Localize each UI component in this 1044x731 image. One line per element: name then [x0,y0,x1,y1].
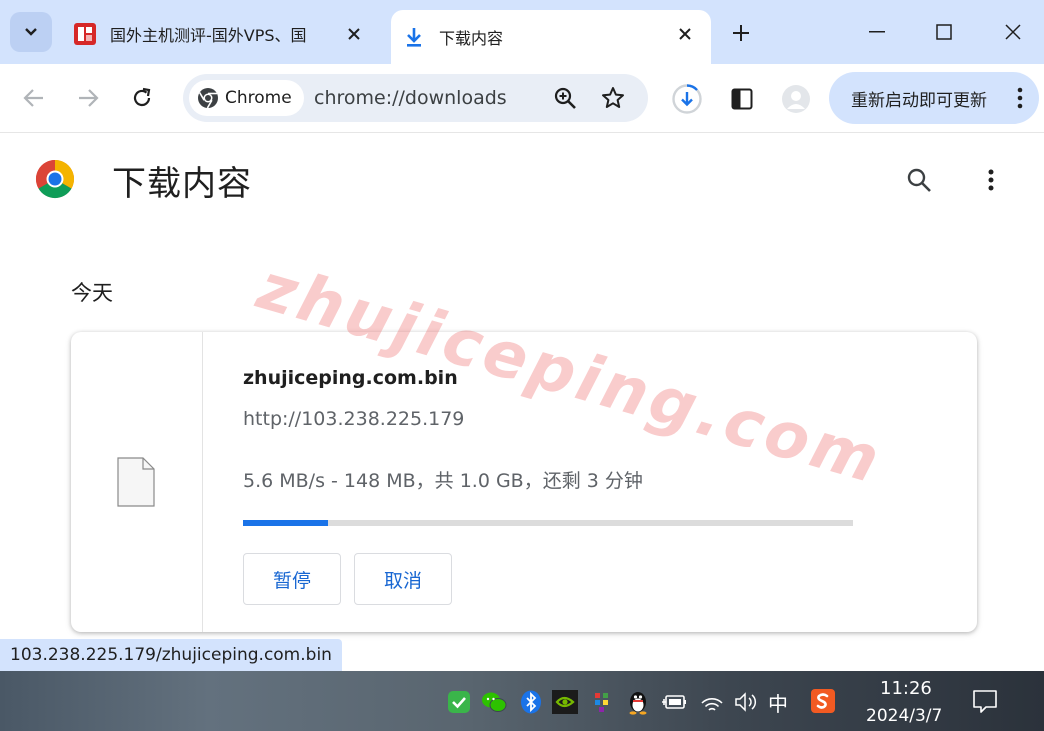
chip-label: Chrome [225,88,292,108]
chrome-logo-icon [198,88,218,109]
tab-title: 国外主机测评-国外VPS、国 [110,26,307,45]
file-icon [117,457,155,507]
maximize-icon [936,24,952,40]
close-tab-icon[interactable] [673,22,697,46]
reload-button[interactable] [124,80,160,116]
search-downloads-button[interactable] [902,163,936,197]
tab-search-button[interactable] [10,12,52,52]
back-button[interactable] [16,80,52,116]
site-info-chip[interactable]: Chrome [189,80,304,116]
forward-arrow-icon [79,89,99,107]
side-panel-button[interactable] [724,81,760,117]
color-grid-app-icon[interactable] [589,689,615,715]
browser-toolbar: Chrome chrome://downloads 重新启动即可更新 [0,64,1044,133]
tab-zhujiceping[interactable]: 国外主机测评-国外VPS、国 [62,10,380,58]
download-progress-fill [243,520,329,526]
link-status-bubble: 103.238.225.179/zhujiceping.com.bin [0,639,342,671]
page-title: 下载内容 [112,164,252,204]
more-vertical-icon[interactable] [1017,86,1023,110]
battery-plug-icon[interactable] [661,689,687,715]
notification-center-icon[interactable] [972,688,998,714]
chrome-logo-icon [35,159,75,199]
download-progress-bar [243,520,853,526]
maximize-button[interactable] [921,14,967,50]
relaunch-update-button[interactable]: 重新启动即可更新 [829,72,1039,124]
plus-icon [733,25,749,41]
download-progress-icon [672,84,702,114]
chevron-down-icon [25,28,37,36]
sogou-input-icon[interactable] [810,688,836,714]
qq-penguin-icon[interactable] [625,689,651,715]
minimize-button[interactable] [854,14,900,50]
close-window-button[interactable] [990,14,1036,50]
wifi-icon[interactable] [699,689,725,715]
url-text[interactable]: chrome://downloads [314,87,507,109]
minimize-icon [869,31,885,33]
input-method-indicator[interactable]: 中 [768,688,788,717]
section-date-heading: 今天 [71,281,113,305]
cancel-button[interactable]: 取消 [354,553,452,605]
nvidia-icon[interactable] [552,689,578,715]
download-source-url[interactable]: http://103.238.225.179 [243,408,464,430]
bluetooth-icon[interactable] [518,689,544,715]
wechat-icon[interactable] [481,689,507,715]
tab-title: 下载内容 [439,29,504,48]
tab-downloads[interactable]: 下载内容 [391,10,711,64]
close-tab-icon[interactable] [342,22,366,46]
volume-icon[interactable] [733,689,759,715]
reload-icon [133,87,151,107]
site-favicon-icon [72,21,98,47]
download-filename[interactable]: zhujiceping.com.bin [243,367,458,389]
tab-strip: 国外主机测评-国外VPS、国 下载内容 [0,0,1044,64]
more-vertical-icon [988,169,994,191]
bookmark-star-icon[interactable] [599,84,627,112]
page-menu-button[interactable] [976,163,1006,197]
downloads-button[interactable] [669,81,705,117]
clock-time[interactable]: 11:26 [880,678,932,699]
forward-button[interactable] [70,80,106,116]
side-panel-icon [731,88,753,110]
clock-date[interactable]: 2024/3/7 [866,706,942,726]
close-icon [1005,24,1021,40]
security-check-icon[interactable] [446,689,472,715]
download-arrow-icon [401,24,427,50]
back-arrow-icon [23,89,43,107]
download-item-card: zhujiceping.com.bin http://103.238.225.1… [71,332,977,632]
zoom-icon[interactable] [551,84,579,112]
search-icon [907,168,931,192]
update-label: 重新启动即可更新 [851,90,987,111]
file-icon-column [71,332,203,632]
address-bar[interactable]: Chrome chrome://downloads [183,74,648,122]
pause-button[interactable]: 暂停 [243,553,341,605]
avatar-icon [782,85,810,113]
new-tab-button[interactable] [726,18,756,48]
profile-button[interactable] [778,81,814,117]
download-status-text: 5.6 MB/s - 148 MB，共 1.0 GB，还剩 3 分钟 [243,470,643,492]
